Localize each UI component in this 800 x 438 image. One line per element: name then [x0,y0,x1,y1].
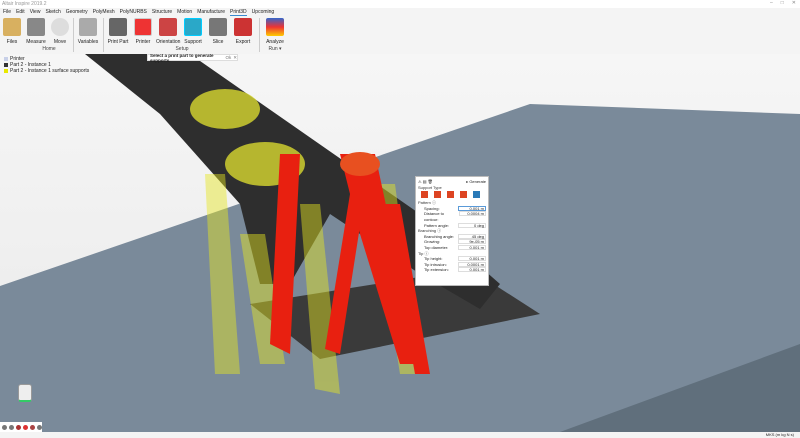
fit-icon[interactable] [30,424,35,430]
tip-extension-field: Tip extension: 0.001 m [424,267,486,273]
view-cube[interactable] [18,384,32,402]
menu-motion[interactable]: Motion [177,9,192,15]
tooltip-ok-button[interactable]: Ok [225,55,231,60]
legend-item[interactable]: Part 2 - Instance 1 surface supports [4,68,89,74]
zoom-icon[interactable] [16,424,21,430]
support-type-tree-icon[interactable] [473,191,480,199]
model-scene [0,54,800,432]
view-toolbar [0,422,42,432]
analyze-icon [266,18,284,36]
menu-polymesh[interactable]: PolyMesh [93,9,115,15]
menu-sketch[interactable]: Sketch [45,9,60,15]
red-support-tips [340,152,380,176]
support-type-lines-icon[interactable] [447,191,454,199]
support-type-grid-icon[interactable] [434,191,441,199]
menu-structure[interactable]: Structure [152,9,172,15]
printer-tool[interactable]: Printer [131,18,155,45]
ribbon: Files Measure Move Home Variables Print … [0,16,800,54]
menu-view[interactable]: View [30,9,41,15]
support-panel: ⚠ ▤ 🗑 ▸ Generate Support Type Pattern ⓘ S… [415,176,489,286]
part-swatch [4,62,8,67]
move-icon [51,18,69,36]
group-setup: Setup [175,46,189,52]
print-part-icon [109,18,127,36]
support-type-block-icon[interactable] [460,191,467,199]
part-hole [190,89,260,129]
files-tool[interactable]: Files [0,18,24,45]
menu-upcoming[interactable]: Upcoming [252,9,275,15]
maximize-button[interactable]: □ [781,0,784,6]
title-bar: Altair Inspire 2019.2 – □ ✕ [0,0,800,8]
menu-polynurbs[interactable]: PolyNURBS [120,9,147,15]
print-part-tool[interactable]: Print Part [106,18,130,45]
supports-swatch [4,68,8,73]
measure-icon [27,18,45,36]
3d-viewport[interactable]: Printer Part 2 - Instance 1 Part 2 - Ins… [0,54,800,432]
panel-toolbar-icons[interactable]: ⚠ ▤ 🗑 [418,179,433,185]
menu-print3d[interactable]: Print3D [229,9,247,16]
tooltip-close-button[interactable]: ✕ [233,55,237,61]
analyze-tool[interactable]: Analyze [263,18,287,45]
divider [103,18,104,52]
minimize-button[interactable]: – [770,0,773,6]
slice-tool[interactable]: Slice [206,18,230,45]
status-bar: MKS (m kg N s) [0,432,800,438]
view-icon[interactable] [37,424,42,430]
group-run[interactable]: Run ▾ [263,46,287,52]
export-icon [234,18,252,36]
close-button[interactable]: ✕ [792,0,796,6]
support-tool[interactable]: Support [181,18,205,45]
divider [73,18,74,52]
window-title: Altair Inspire 2019.2 [2,1,47,7]
section-icon[interactable] [23,424,28,430]
distance-to-contour-field: Distance to contour: 0.0004 m [424,211,486,222]
menu-geometry[interactable]: Geometry [66,9,88,15]
measure-tool[interactable]: Measure [24,18,48,45]
printer-icon [134,18,152,36]
menu-file[interactable]: File [3,9,11,15]
group-home: Home [42,46,56,52]
units-selector[interactable]: MKS (m kg N s) [766,432,794,437]
support-type-label: Support Type [418,184,442,190]
variables-icon [79,18,97,36]
move-tool[interactable]: Move [48,18,72,45]
support-type-solid-icon[interactable] [421,191,428,199]
variables-tool[interactable]: Variables [76,18,100,45]
files-icon [3,18,21,36]
orientation-icon [159,18,177,36]
menu-manufacture[interactable]: Manufacture [197,9,225,15]
menu-edit[interactable]: Edit [16,9,25,15]
orbit-icon[interactable] [2,424,7,430]
pan-icon[interactable] [9,424,14,430]
tooltip: Select a print part to generate supports… [147,54,238,63]
model-legend: Printer Part 2 - Instance 1 Part 2 - Ins… [4,56,89,74]
slice-icon [209,18,227,36]
support-icon [184,18,202,36]
divider [259,18,260,52]
export-tool[interactable]: Export [231,18,255,45]
orientation-tool[interactable]: Orientation [156,18,180,45]
generate-button[interactable]: ▸ Generate [466,179,486,185]
printer-swatch [4,56,8,61]
menu-bar: File Edit View Sketch Geometry PolyMesh … [0,8,800,16]
